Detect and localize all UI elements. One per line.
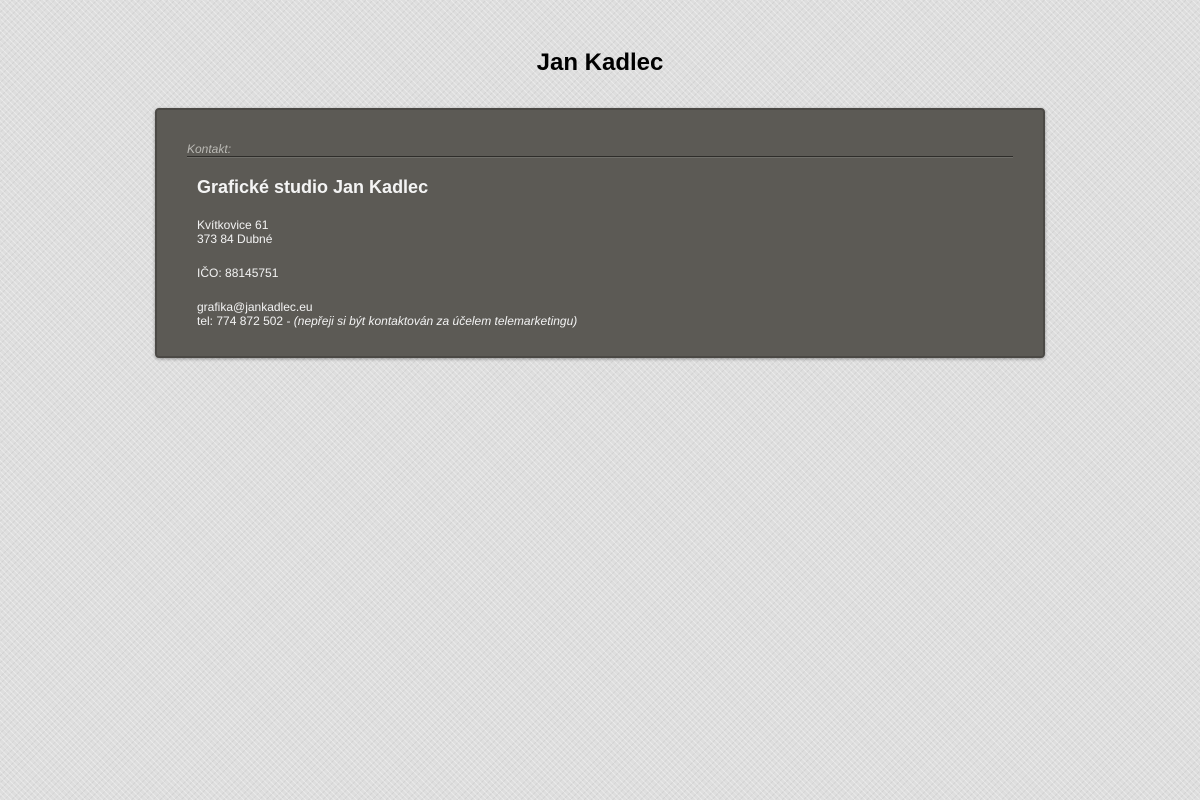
company-name: Grafické studio Jan Kadlec	[197, 177, 429, 197]
site-title: Jan Kadlec	[536, 49, 664, 76]
address-street: Kvítkovice 61	[197, 218, 269, 232]
phone-note: (nepřeji si být kontaktován za účelem te…	[293, 314, 578, 328]
phone-label: tel:	[197, 314, 214, 328]
phone-number: 774 872 502	[216, 314, 284, 328]
address-city: 373 84 Dubné	[197, 232, 273, 246]
section-label: Kontakt:	[187, 142, 232, 156]
contact-block: grafika@jankadlec.eu tel: 774 872 502 - …	[197, 300, 997, 328]
ico-label: IČO:	[197, 266, 222, 280]
phone-separator: -	[286, 314, 291, 328]
email-link[interactable]: grafika@jankadlec.eu	[197, 300, 313, 314]
address-block: Kvítkovice 61 373 84 Dubné	[197, 218, 997, 246]
section-header: Kontakt:	[187, 140, 1013, 157]
content-panel: Kontakt: Grafické studio Jan Kadlec Kvít…	[155, 108, 1045, 358]
ico-value: 88145751	[225, 266, 279, 280]
ico-block: IČO: 88145751	[197, 266, 997, 280]
phone-line: tel: 774 872 502 - (nepřeji si být konta…	[197, 314, 997, 328]
contact-card: Grafické studio Jan Kadlec Kvítkovice 61…	[197, 176, 997, 328]
